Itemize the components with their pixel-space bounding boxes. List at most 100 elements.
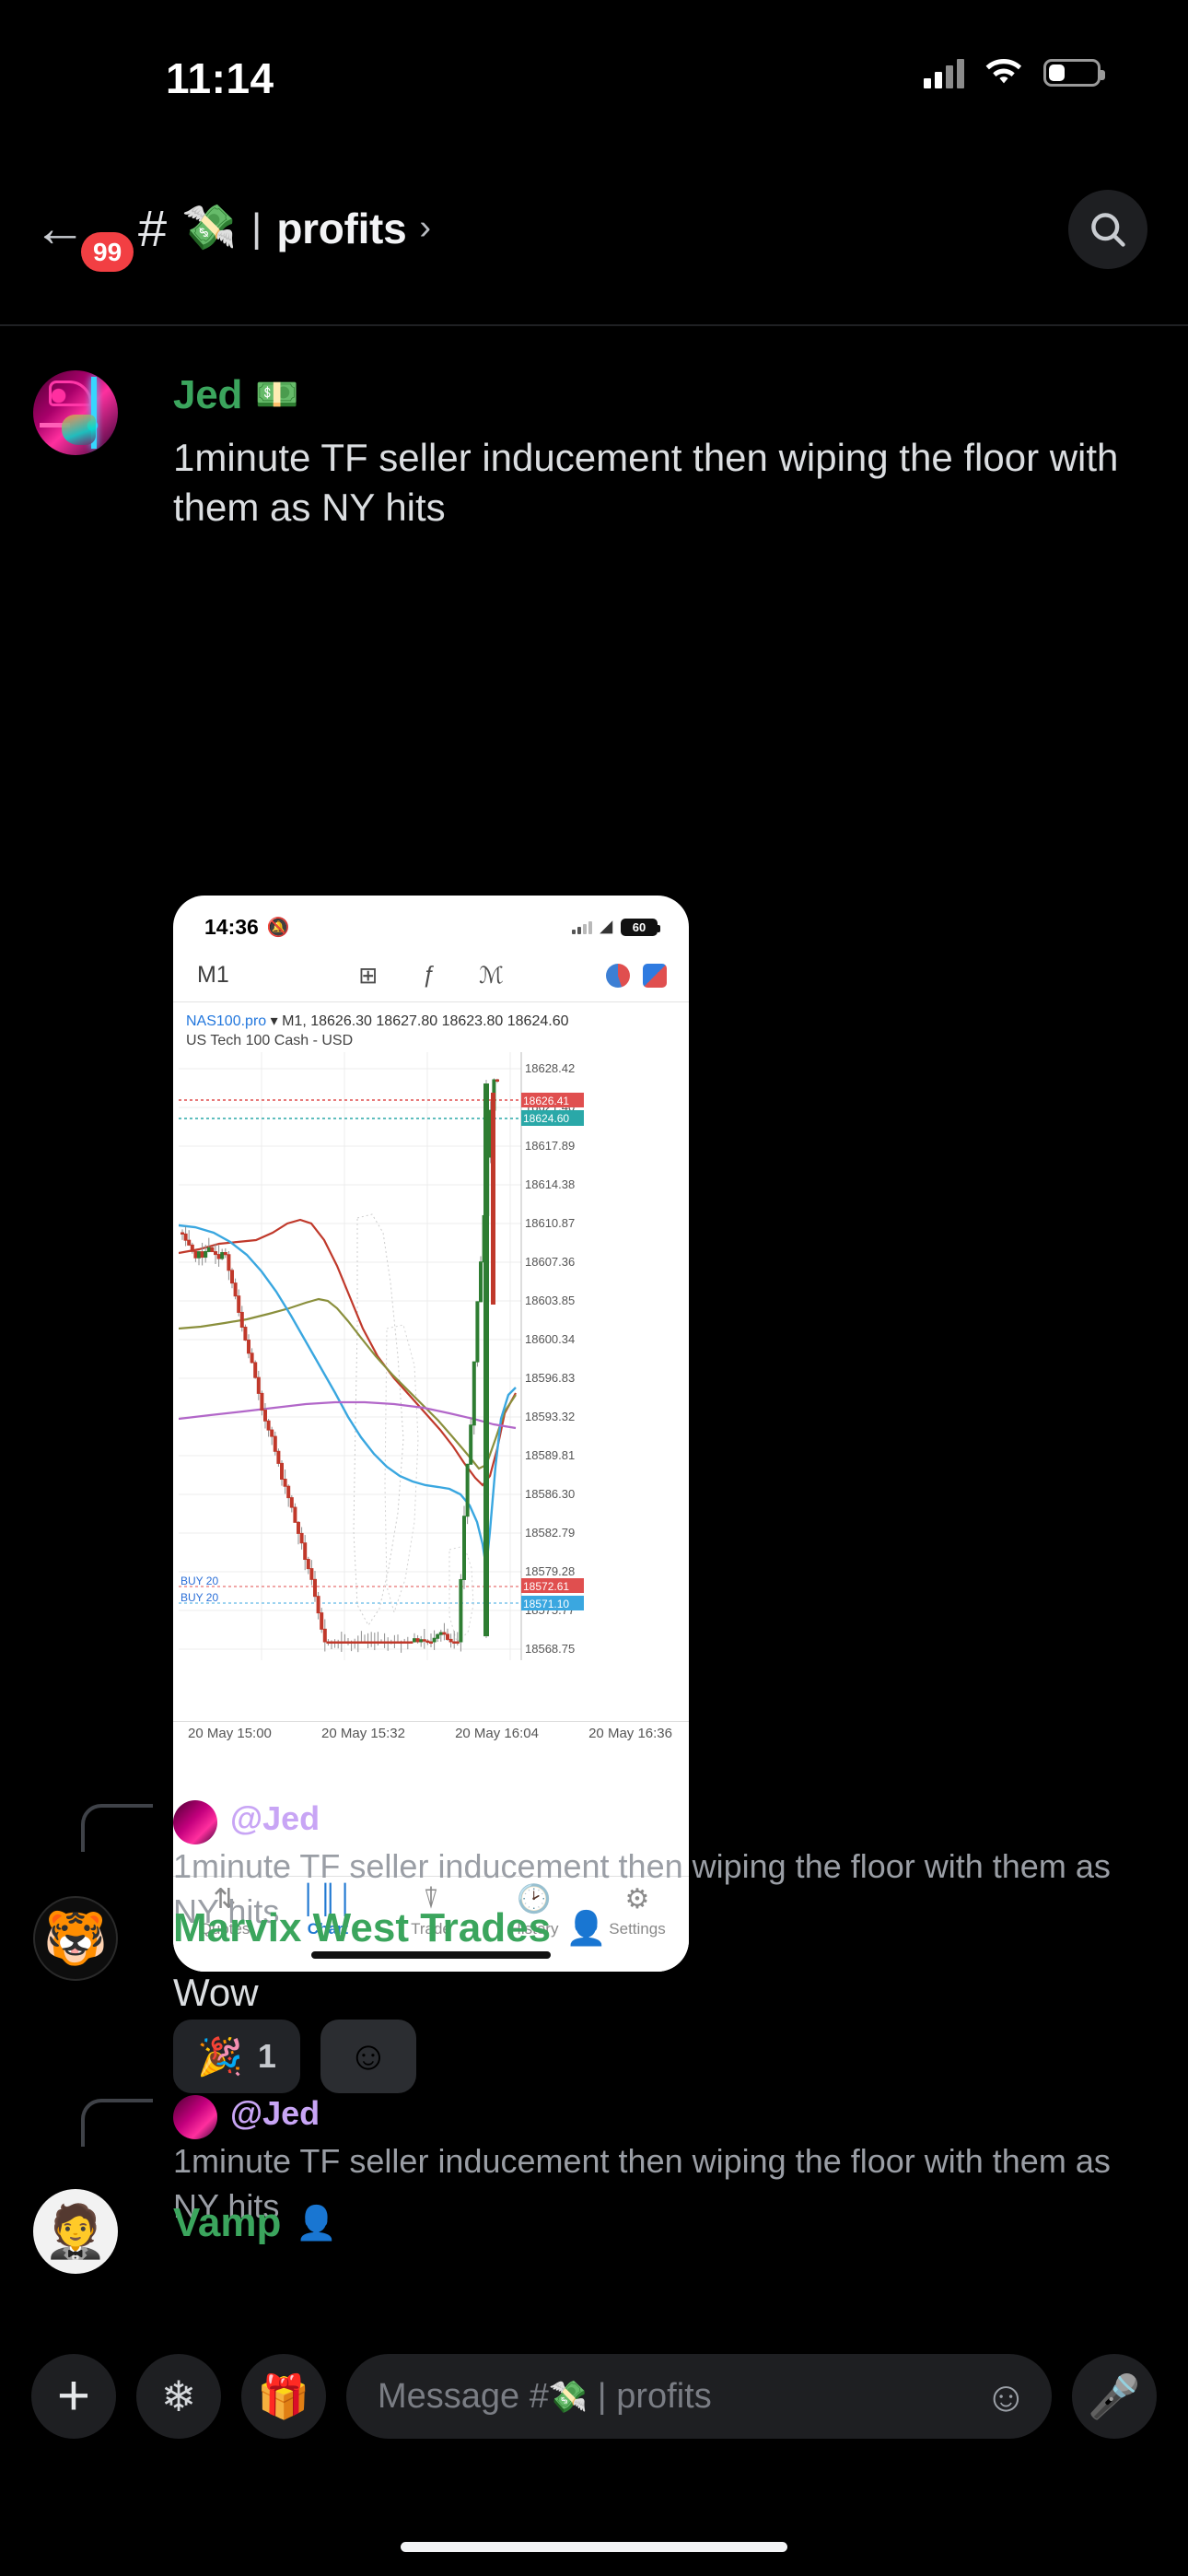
- apps-button[interactable]: ❄: [136, 2354, 221, 2439]
- message-author-row: Jed 💵: [173, 372, 299, 418]
- y-tick: 18617.89: [525, 1139, 575, 1153]
- reply-quote-avatar: [173, 1800, 217, 1844]
- reaction-bar: 🎉 1 ☺: [173, 2020, 416, 2093]
- app-root: 11:14 ← 99 # 💸 | profits › Jed 💵 1minute…: [0, 0, 1188, 2576]
- back-button[interactable]: ← 99: [33, 192, 134, 272]
- tiger-avatar-icon: 🐯: [43, 1909, 108, 1967]
- gift-icon: 🎁: [257, 2372, 310, 2420]
- add-emoji-icon: ☺: [347, 2033, 390, 2078]
- attachment-wifi-icon: ◢: [600, 918, 612, 935]
- timeframe-label[interactable]: M1: [197, 962, 229, 989]
- avatar[interactable]: [33, 370, 118, 455]
- x-tick: 20 May 16:36: [588, 1726, 672, 1742]
- back-arrow-icon: ←: [33, 197, 87, 258]
- y-tick: 18596.83: [525, 1371, 575, 1385]
- attachment-battery-icon: 60: [621, 918, 660, 936]
- home-indicator: [401, 2542, 787, 2552]
- square-chart-icon[interactable]: [643, 963, 667, 988]
- hash-icon: #: [138, 198, 168, 257]
- voice-message-button[interactable]: 🎤: [1072, 2354, 1157, 2439]
- reply-author-name[interactable]: Vamp: [173, 2200, 281, 2246]
- attachment-home-indicator: [311, 1951, 551, 1959]
- chart-toolbar: M1 ⊞ ƒ ℳ: [173, 949, 689, 1002]
- reply-spine: [81, 2099, 153, 2147]
- pie-chart-icon[interactable]: [606, 963, 630, 988]
- reply-quote-avatar: [173, 2095, 217, 2139]
- y-tick: 18586.30: [525, 1487, 575, 1501]
- symbol-info: NAS100.pro ▾ M1, 18626.30 18627.80 18623…: [173, 1002, 689, 1052]
- apps-icon: ❄: [160, 2372, 197, 2420]
- search-icon: [1091, 213, 1125, 247]
- unread-badge: 99: [81, 231, 134, 272]
- symbol-ohlc: ▾ M1, 18626.30 18627.80 18623.80 18624.6…: [270, 1013, 569, 1029]
- search-button[interactable]: [1068, 190, 1147, 269]
- svg-text:18571.10: 18571.10: [523, 1598, 569, 1610]
- indicator-icon[interactable]: ℳ: [479, 962, 504, 989]
- x-tick: 20 May 15:00: [188, 1726, 272, 1742]
- status-bar-time: 11:14: [166, 54, 274, 102]
- channel-header: ← 99 # 💸 | profits ›: [0, 175, 1188, 281]
- member-icon: 👤: [296, 2204, 338, 2242]
- chevron-right-icon[interactable]: ›: [419, 208, 431, 248]
- reply-author-row-1: Marvix West Trades 👤: [173, 1905, 607, 1951]
- y-tick: 18600.34: [525, 1332, 575, 1346]
- y-tick: 18628.42: [525, 1061, 575, 1075]
- x-tick: 20 May 16:04: [455, 1726, 539, 1742]
- message-text: 1minute TF seller inducement then wiping…: [173, 436, 1119, 529]
- reaction-count: 1: [257, 2037, 276, 2075]
- crosshair-icon[interactable]: ⊞: [358, 962, 378, 989]
- attachment-time: 14:36: [204, 914, 259, 939]
- reply-mention[interactable]: @Jed: [230, 1797, 320, 1842]
- microphone-icon: 🎤: [1088, 2371, 1141, 2420]
- y-tick: 18568.75: [525, 1642, 575, 1656]
- y-tick: 18593.32: [525, 1410, 575, 1423]
- svg-text:18626.41: 18626.41: [523, 1095, 569, 1107]
- reply-mention[interactable]: @Jed: [230, 2091, 320, 2137]
- y-tick: 18603.85: [525, 1294, 575, 1307]
- x-tick: 20 May 15:32: [321, 1726, 405, 1742]
- fractal-cloud: [353, 1213, 404, 1627]
- wifi-icon: [984, 58, 1023, 88]
- candlestick-series: [181, 1078, 499, 1654]
- function-icon[interactable]: ƒ: [422, 962, 435, 989]
- svg-text:18572.61: 18572.61: [523, 1580, 569, 1593]
- symbol-description: US Tech 100 Cash - USD: [186, 1033, 354, 1049]
- y-tick: 18579.28: [525, 1564, 575, 1578]
- price-chart[interactable]: 18628.4218621.4018617.8918614.3818610.87…: [173, 1052, 689, 1741]
- message-input[interactable]: Message #💸 | profits ☺: [346, 2354, 1052, 2439]
- party-popper-icon: 🎉: [197, 2036, 243, 2078]
- y-tick: 18614.38: [525, 1177, 575, 1191]
- ma-olive: [179, 1298, 517, 1470]
- status-bar: 11:14: [0, 0, 1188, 102]
- reply-spine: [81, 1804, 153, 1852]
- add-reaction-button[interactable]: ☺: [320, 2020, 416, 2093]
- status-bar-icons: [924, 57, 1105, 88]
- money-emoji-icon: 💵: [255, 376, 299, 415]
- chart-svg: 18628.4218621.4018617.8918614.3818610.87…: [179, 1052, 584, 1661]
- avatar[interactable]: 🐯: [33, 1896, 118, 1981]
- svg-text:18624.60: 18624.60: [523, 1112, 569, 1125]
- reply-author-name[interactable]: Marvix West Trades: [173, 1905, 551, 1951]
- channel-emoji: 💸: [181, 203, 237, 252]
- y-tick: 18610.87: [525, 1216, 575, 1230]
- message-author-name[interactable]: Jed: [173, 372, 242, 418]
- plus-icon: +: [56, 2364, 91, 2428]
- attachment-status-bar: 14:36 🔕 ◢ 60: [173, 896, 689, 949]
- member-icon: 👤: [565, 1909, 607, 1947]
- reply-body: Wow: [173, 1971, 259, 2014]
- svg-text:BUY 20: BUY 20: [181, 1575, 218, 1587]
- attachment-cellular-icon: [571, 920, 592, 934]
- channel-name[interactable]: profits: [276, 204, 406, 253]
- bell-muted-icon: 🔕: [266, 917, 290, 938]
- vamp-avatar-icon: 🤵: [43, 2202, 108, 2260]
- y-tick: 18589.81: [525, 1448, 575, 1462]
- chart-x-axis: 20 May 15:00 20 May 15:32 20 May 16:04 2…: [173, 1721, 689, 1741]
- message-input-placeholder: Message #💸 | profits: [378, 2376, 712, 2416]
- symbol-name[interactable]: NAS100.pro: [186, 1013, 266, 1029]
- avatar[interactable]: 🤵: [33, 2189, 118, 2274]
- header-divider: [0, 324, 1188, 326]
- emoji-icon[interactable]: ☺: [984, 2371, 1028, 2421]
- gift-button[interactable]: 🎁: [241, 2354, 326, 2439]
- add-attachment-button[interactable]: +: [31, 2354, 116, 2439]
- reaction-chip[interactable]: 🎉 1: [173, 2020, 300, 2093]
